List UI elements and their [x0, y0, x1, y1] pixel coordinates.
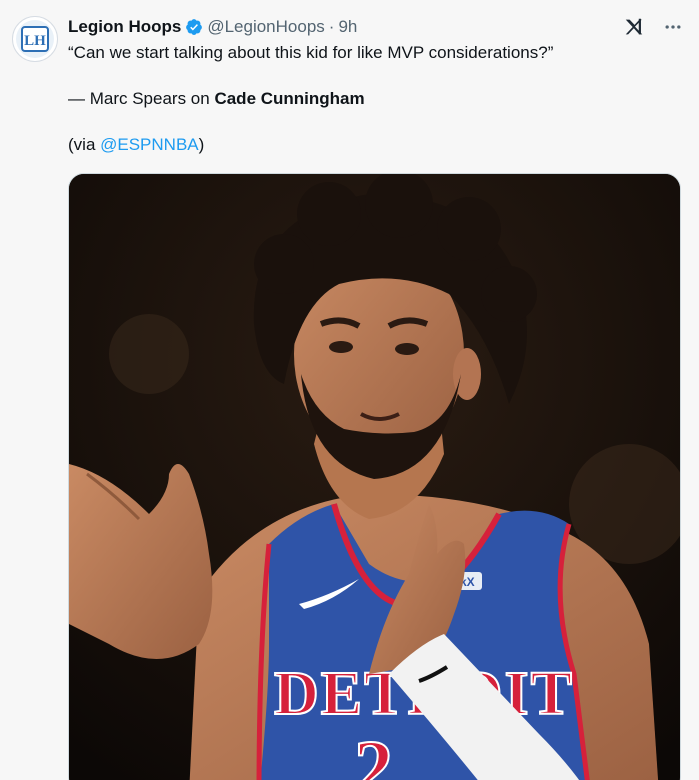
grok-icon[interactable]	[623, 16, 645, 38]
tweet-attribution: — Marc Spears on Cade Cunningham	[68, 88, 683, 110]
header-separator: ·	[328, 17, 335, 36]
tweet-media-image[interactable]: ckX DETROIT 2	[68, 173, 681, 780]
header-actions	[623, 16, 683, 38]
tweet-quote: “Can we start talking about this kid for…	[68, 43, 554, 62]
timestamp[interactable]: 9h	[338, 14, 357, 40]
legion-hoops-logo-icon: LH	[21, 26, 49, 52]
via-close: )	[198, 135, 205, 154]
player-photo: ckX DETROIT 2	[69, 174, 680, 780]
tweet-text: “Can we start talking about this kid for…	[68, 42, 683, 156]
tweet-body: Legion Hoops @LegionHoops · 9h “Can we s…	[68, 14, 683, 156]
attribution-prefix: — Marc Spears on	[68, 89, 215, 108]
more-icon[interactable]	[663, 17, 683, 37]
tweet-header: Legion Hoops @LegionHoops · 9h	[68, 14, 683, 40]
via-mention-link[interactable]: @ESPNNBA	[100, 135, 199, 154]
verified-badge-icon[interactable]	[185, 18, 203, 36]
avatar-logo: LH	[16, 20, 54, 58]
tweet-via: (via @ESPNNBA)	[68, 134, 683, 156]
attribution-name: Cade Cunningham	[214, 89, 365, 108]
avatar[interactable]: LH	[12, 16, 58, 62]
tweet[interactable]: LH Legion Hoops @LegionHoops · 9h “Can w…	[0, 0, 699, 780]
display-name[interactable]: Legion Hoops	[68, 14, 181, 40]
avatar-initials: LH	[24, 33, 46, 49]
author-handle[interactable]: @LegionHoops	[207, 14, 324, 40]
via-open: (via	[68, 135, 101, 154]
jersey-number: 2	[354, 724, 393, 780]
